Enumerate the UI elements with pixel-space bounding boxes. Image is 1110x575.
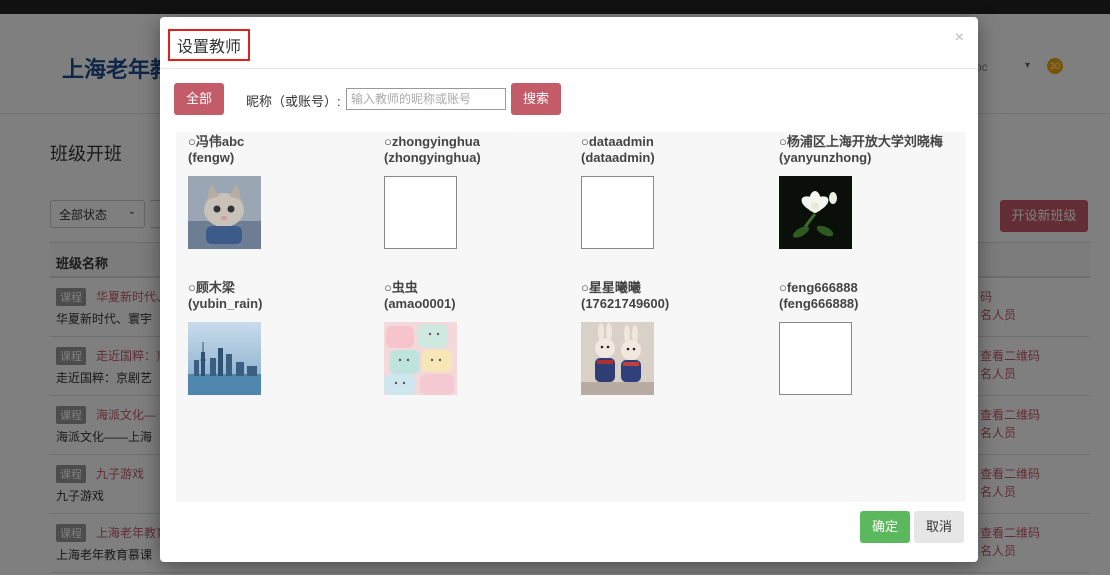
teacher-account: (yanyunzhong) [779, 150, 872, 165]
close-icon[interactable]: × [955, 29, 964, 47]
teacher-name: ○dataadmin [581, 134, 654, 149]
teacher-option[interactable]: ○星星曦曦 (17621749600) [581, 280, 771, 405]
teacher-name: ○冯伟abc [188, 134, 245, 149]
cancel-button[interactable]: 取消 [914, 511, 964, 543]
empty-avatar [384, 176, 457, 249]
teacher-account: (dataadmin) [581, 150, 655, 165]
teacher-account: (17621749600) [581, 296, 670, 311]
teacher-name: ○zhongyinghua [384, 134, 480, 149]
teacher-option[interactable]: ○顾木梁 (yubin_rain) [188, 280, 378, 405]
teacher-option[interactable]: ○dataadmin (dataadmin) [581, 134, 771, 259]
teacher-option[interactable]: ○虫虫 (amao0001) [384, 280, 574, 405]
teacher-option[interactable]: ○feng666888 (feng666888) [779, 280, 969, 405]
dialog-title: 设置教师 [168, 29, 251, 61]
teacher-account: (feng666888) [779, 296, 859, 311]
teacher-account: (amao0001) [384, 296, 456, 311]
teacher-option[interactable]: ○冯伟abc (fengw) [188, 134, 378, 259]
toy-rabbits-photo-avatar [581, 322, 654, 395]
teacher-name: ○虫虫 [384, 280, 418, 295]
search-button[interactable]: 搜索 [511, 83, 561, 115]
confirm-button[interactable]: 确定 [860, 511, 910, 543]
teacher-name: ○顾木梁 [188, 280, 235, 295]
dialog-header: 设置教师 × [160, 17, 978, 69]
teacher-list: ○冯伟abc (fengw) ○zhongyinghua (zhongyingh… [176, 132, 966, 502]
teacher-account: (yubin_rain) [188, 296, 263, 311]
teacher-account: (fengw) [188, 150, 235, 165]
empty-avatar [779, 322, 852, 395]
cat-photo-avatar [188, 176, 261, 249]
teacher-search-input[interactable] [346, 88, 506, 110]
teacher-account: (zhongyinghua) [384, 150, 481, 165]
teacher-option[interactable]: ○zhongyinghua (zhongyinghua) [384, 134, 574, 259]
set-teacher-dialog: 设置教师 × 全部 昵称（或账号）: 搜索 ○冯伟abc (fengw) [160, 17, 978, 562]
empty-avatar [581, 176, 654, 249]
teacher-name: ○杨浦区上海开放大学刘晓梅 [779, 134, 943, 149]
flower-photo-avatar [779, 176, 852, 249]
show-all-button[interactable]: 全部 [174, 83, 224, 115]
marshmallow-photo-avatar [384, 322, 457, 395]
nickname-filter-label: 昵称（或账号）: [246, 94, 341, 109]
teacher-name: ○星星曦曦 [581, 280, 641, 295]
teacher-name: ○feng666888 [779, 280, 858, 295]
teacher-option[interactable]: ○杨浦区上海开放大学刘晓梅 (yanyunzhong) [779, 134, 969, 259]
city-skyline-photo-avatar [188, 322, 261, 395]
